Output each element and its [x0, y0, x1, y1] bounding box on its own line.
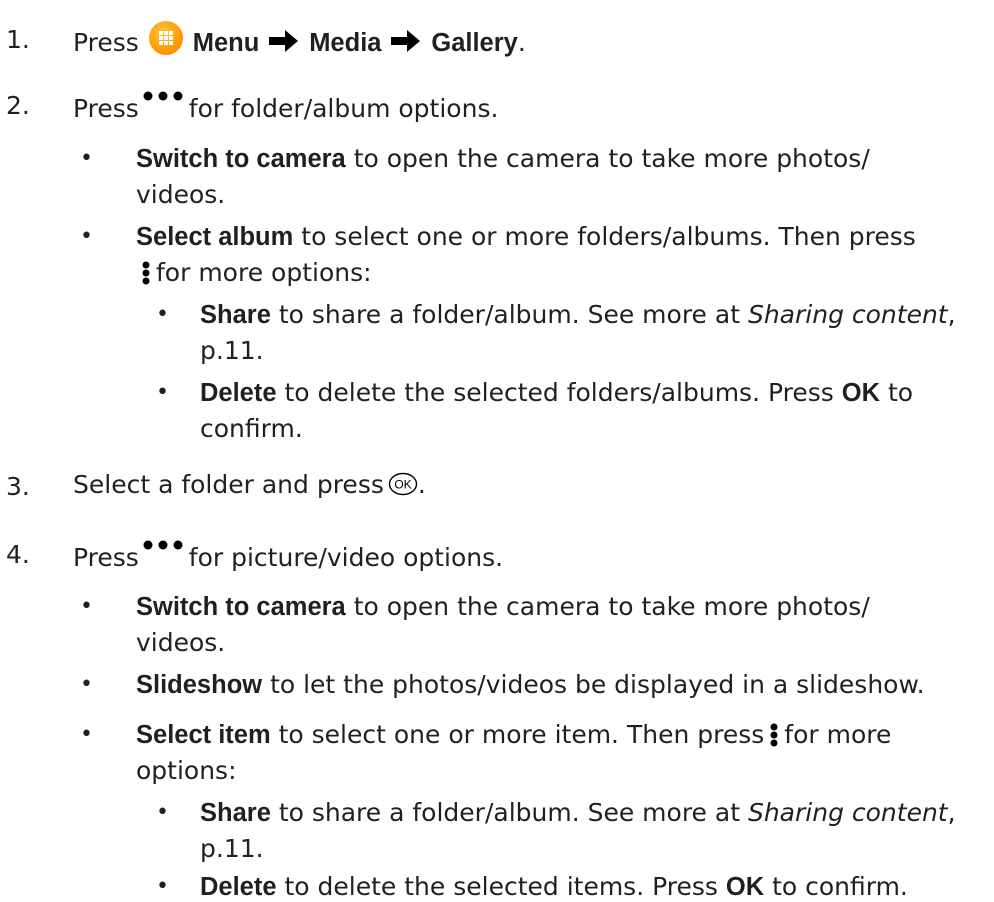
vertical-dots-icon — [770, 723, 778, 747]
step-number: 2. — [6, 91, 30, 120]
right-arrow-icon — [391, 30, 421, 52]
bullet: • — [80, 722, 93, 747]
step-1-text: Press Menu Media Gallery. — [73, 21, 526, 58]
right-arrow-icon — [269, 30, 299, 52]
bullet: • — [80, 224, 93, 249]
more-options-dots-icon — [143, 91, 183, 101]
step-number: 3. — [6, 472, 30, 501]
switch-camera-item-cont: videos. — [136, 628, 226, 657]
delete-item: Delete to delete the selected folders/al… — [200, 378, 914, 407]
bullet: • — [156, 380, 169, 405]
share-item-cont: p.11. — [200, 834, 264, 863]
delete-item: Delete to delete the selected items. Pre… — [200, 872, 908, 901]
switch-camera-item: Switch to camera to open the camera to t… — [136, 144, 870, 173]
svg-text:OK: OK — [394, 478, 411, 492]
switch-camera-item-cont: videos. — [136, 180, 226, 209]
menu-grid-icon — [148, 21, 183, 55]
select-album-item-cont: for more options: — [136, 258, 372, 287]
share-item: Share to share a folder/album. See more … — [200, 798, 956, 827]
delete-item-cont: confirm. — [200, 414, 303, 443]
switch-camera-item: Switch to camera to open the camera to t… — [136, 592, 870, 621]
select-album-item: Select album to select one or more folde… — [136, 222, 916, 251]
step-2-text: Press for folder/album options. — [73, 91, 498, 123]
vertical-dots-icon — [142, 261, 150, 285]
select-item-item-cont: options: — [136, 756, 237, 785]
bullet: • — [156, 800, 169, 825]
bullet: • — [80, 594, 93, 619]
share-item: Share to share a folder/album. See more … — [200, 300, 956, 329]
slideshow-item: Slideshow to let the photos/videos be di… — [136, 670, 925, 699]
step-number: 4. — [6, 540, 30, 569]
more-options-dots-icon — [143, 540, 183, 550]
bullet: • — [80, 146, 93, 171]
step-4-text: Press for picture/video options. — [73, 540, 503, 572]
bullet: • — [156, 302, 169, 327]
bullet: • — [156, 874, 169, 899]
share-item-cont: p.11. — [200, 336, 264, 365]
select-item-item: Select item to select one or more item. … — [136, 720, 892, 749]
ok-key-icon: OK — [388, 472, 418, 496]
bullet: • — [80, 672, 93, 697]
step-3-text: Select a folder and press OK. — [73, 470, 426, 499]
step-number: 1. — [6, 25, 30, 54]
